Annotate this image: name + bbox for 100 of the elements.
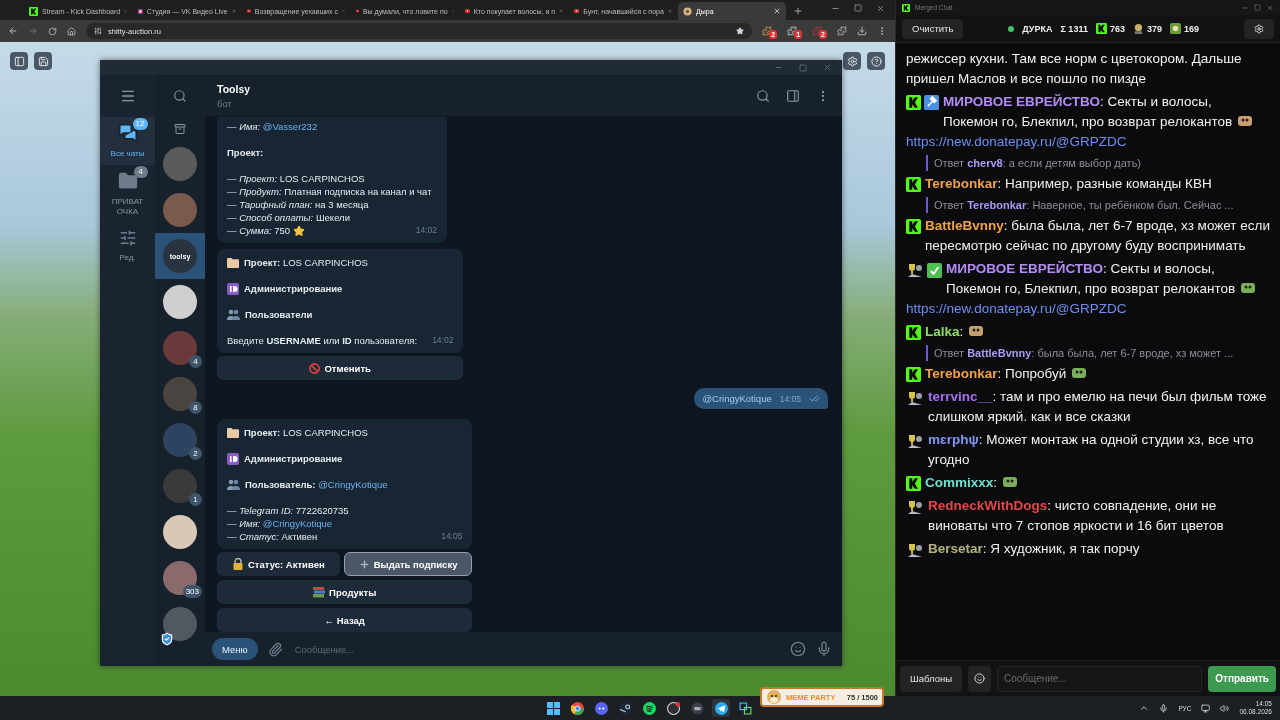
game-store-icon[interactable] [618,701,632,715]
chat-list-item[interactable]: 8 [155,371,205,417]
menu-button[interactable]: Меню [212,638,258,660]
platform-icon [906,95,921,110]
sidebar-toggle-icon[interactable] [786,88,800,103]
stat-count: 169 [1183,23,1199,34]
app-icon[interactable] [690,701,704,715]
trophy-badge-icon [906,390,924,406]
trophy-badge-icon [906,542,924,558]
message-line: Проект: LOS CARPINCHOS [244,426,368,439]
tray-expand-icon[interactable] [1139,703,1150,713]
recorder-icon[interactable] [666,701,680,715]
donation-link[interactable]: https://new.donatepay.ru/@GRPZDC [906,299,1127,319]
message-line: — Тарифный план: на 3 месяца [227,198,369,211]
message-time: 14:02 [431,334,454,347]
bot-button[interactable]: Выдать подписку [343,552,473,576]
platform-icon [906,367,921,382]
settings-button[interactable] [1244,18,1274,39]
maximize-icon[interactable] [854,3,862,12]
reload-icon[interactable] [48,26,57,36]
folder-tab[interactable]: Ред. [100,223,155,269]
archive-icon[interactable] [174,123,186,135]
chat-list-item[interactable]: 1 [155,463,205,509]
panel-button[interactable] [10,52,28,70]
send-button[interactable]: Отправить [1208,665,1276,692]
message-input[interactable]: Сообщение... [997,665,1203,692]
volume-icon[interactable] [1220,703,1230,713]
platform-icon [906,177,921,192]
emoji-icon[interactable] [790,641,806,657]
save-button[interactable] [34,52,52,70]
bot-button[interactable]: Продукты [217,580,473,604]
unread-badge: 1 [189,493,202,506]
microphone-icon[interactable] [816,641,832,657]
folder-icon [227,427,239,438]
attach-icon[interactable] [267,641,283,657]
extension-icon[interactable] [812,26,823,36]
site-settings-icon[interactable] [94,27,102,35]
music-icon[interactable] [642,701,656,715]
platform-icon [29,6,38,16]
chat-list-item[interactable]: 2 [155,417,205,463]
platform-icon [906,219,921,234]
extension-icon[interactable] [762,26,773,36]
templates-button[interactable]: Шаблоны [900,665,962,692]
avatar-placeholder [163,193,197,227]
books-icon [313,586,326,598]
settings-button[interactable] [843,52,861,70]
unread-badge: 12 [132,118,148,130]
voice-chat-icon[interactable] [594,701,608,715]
username-link[interactable]: @CringyKotique [318,479,388,490]
menu-icon[interactable] [119,88,136,104]
id-badge-icon [227,452,239,465]
close-icon[interactable] [876,3,885,13]
clear-button[interactable]: Очистить [902,18,964,39]
search-icon[interactable] [173,89,187,103]
new-tab-icon[interactable] [793,6,803,16]
reply-quote: Ответ cherv8: а если детям выбор дать) [926,155,1270,171]
message-line: — Проект: LOS CARPINCHOS [227,172,365,185]
chat-list-item[interactable]: 303 [155,555,205,601]
browser-icon[interactable] [570,701,584,715]
lock-icon [232,558,244,570]
message-time: 14:02 [414,224,437,237]
folder-label: Все чаты [110,149,145,159]
home-icon[interactable] [67,26,76,36]
back-icon[interactable] [8,26,18,36]
download-icon[interactable] [857,26,867,36]
microphone-icon[interactable] [1159,703,1169,713]
close-icon[interactable] [1266,3,1274,12]
chat-message-text: МИРОВОЕ ЕВРЕЙСТВО: Секты и волосы, Покемон го, Блекпил, про возврат релокантов [946,259,1270,299]
help-button[interactable] [867,52,885,70]
chat-message-text: RedneckWithDogs: чисто совпадение, они не виноваты что 7 стопов яркости и 16 бит цветов [928,497,1225,535]
play-icon [356,7,359,15]
bookmark-star-icon[interactable] [736,27,745,35]
capture-icon[interactable] [738,701,752,715]
folder-icon [227,257,239,268]
message-time: 14:05 [779,393,801,404]
display-icon[interactable] [1201,703,1211,713]
chat-list-item[interactable]: 4 [155,325,205,371]
message-line: Проект: LOS CARPINCHOS [244,256,368,269]
chat-message-text: Terebonkar: Попробуй [925,364,1270,384]
message-input[interactable]: Сообщение... [292,642,780,656]
platform-icon [906,476,921,491]
search-icon[interactable] [756,88,770,103]
username-link[interactable]: @Vasser232 [262,121,318,132]
chat-message-text: Bersetar: Я художник, я так порчу [928,540,1141,558]
sliders-icon[interactable] [118,229,137,247]
chats-icon[interactable] [117,123,138,143]
emoji-button[interactable] [968,665,991,692]
start-icon[interactable] [546,701,560,715]
bot-button[interactable]: Статус: Активен [217,552,340,576]
folder-icon[interactable] [117,171,138,191]
folder-tab[interactable]: 4 ПРИВАТ ОЧКА [100,165,155,223]
emote-icon [1132,23,1144,34]
donation-link[interactable]: https://new.donatepay.ru/@GRPZDC [906,132,1127,152]
bot-button[interactable]: Отменить [217,356,464,380]
messenger-icon[interactable] [714,701,728,715]
folder-tab[interactable]: 12 Все чаты [100,117,155,165]
username-link[interactable]: @CringyKotique [262,518,333,529]
bot-button[interactable]: ← Назад [217,608,473,632]
extensions-icon[interactable] [837,26,847,36]
message-line: — Имя: @Vasser232 [227,120,318,133]
